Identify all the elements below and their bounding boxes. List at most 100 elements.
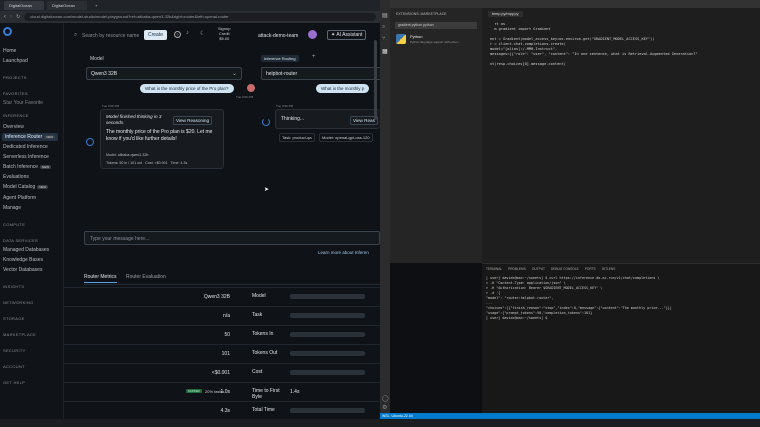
- sidebar-section-projects[interactable]: PROJECTS: [3, 75, 27, 80]
- model-select[interactable]: Qwen3 32B ⌄: [86, 67, 242, 80]
- router-select[interactable]: helpbot-router: [261, 67, 380, 80]
- sidebar-item-evaluations[interactable]: Evaluations: [3, 174, 29, 180]
- metrics-row: <$0.001 Cost: [64, 363, 380, 381]
- sidebar-section-account[interactable]: ACCOUNT: [3, 364, 25, 369]
- sidebar-section-marketplace[interactable]: MARKETPLACE: [3, 332, 36, 337]
- add-icon[interactable]: +: [312, 54, 316, 60]
- sidebar-item-inference-router[interactable]: Inference Router NEW: [2, 133, 59, 141]
- search-icon[interactable]: ⌕: [382, 24, 385, 31]
- create-button[interactable]: Create: [144, 30, 168, 40]
- router-reply-card: Thinking... View Reas: [275, 109, 380, 129]
- sidebar-section-favorites[interactable]: FAVORITES: [3, 91, 28, 96]
- bell-icon[interactable]: ♪: [186, 30, 189, 36]
- sidebar-section-security[interactable]: SECURITY: [3, 348, 26, 353]
- terminal-tab[interactable]: TERMINAL: [486, 267, 502, 271]
- terminal-panel[interactable]: TERMINAL PROBLEMS OUTPUT DEBUG CONSOLE PORTS…: [482, 263, 760, 413]
- metrics-row: 50 Tokens In: [64, 325, 380, 343]
- editor-tab[interactable]: temp.py/mpy.py: [488, 11, 523, 17]
- sidebar: Home Launchpad PROJECTS FAVORITES Star Y…: [0, 23, 64, 427]
- model-tag: Model: alibaba-qwen3-32b: [106, 153, 149, 157]
- thinking-status: Model finished thinking in 3 seconds.: [106, 114, 162, 125]
- scrollbar[interactable]: [374, 40, 377, 120]
- message-input[interactable]: Type your message here...: [84, 231, 380, 245]
- metrics-row: 1.0s FASTER 20% faster Time to First Byte 1.…: [64, 382, 380, 400]
- account-icon[interactable]: ◯: [382, 395, 389, 402]
- moon-icon[interactable]: ☾: [200, 30, 205, 37]
- team-selector[interactable]: attack-demo-team: [258, 33, 298, 39]
- reload-icon[interactable]: ↻: [16, 14, 20, 20]
- metric-left-value: <$0.001: [211, 370, 230, 376]
- sidebar-item-star-favorite[interactable]: Star Your Favorite: [3, 100, 43, 106]
- metric-placeholder: [290, 370, 365, 375]
- ai-assistant-button[interactable]: ✦ AI Assistant: [327, 30, 367, 40]
- terminal-tab[interactable]: PORTS: [585, 267, 596, 271]
- browser-tab[interactable]: DigitalOcean: [4, 1, 44, 10]
- sidebar-section-inference[interactable]: INFERENCE: [3, 113, 29, 118]
- faster-percent: 20% faster: [205, 389, 225, 394]
- extension-name[interactable]: Python: [410, 34, 422, 39]
- sidebar-item-overview[interactable]: Overview: [3, 124, 24, 130]
- sidebar-item-managed-db[interactable]: Managed Databases: [3, 247, 49, 253]
- search-input[interactable]: Search by resource name: [82, 33, 139, 39]
- gear-icon[interactable]: ⚙: [382, 404, 387, 411]
- model-tag-right: Model: openai-gpt-oss-120: [319, 133, 373, 142]
- sidebar-item-launchpad[interactable]: Launchpad: [3, 58, 28, 64]
- sidebar-item-manage[interactable]: Manage: [3, 205, 21, 211]
- back-icon[interactable]: ‹: [4, 14, 6, 20]
- tab-inference-routing[interactable]: Inference Routing: [261, 55, 299, 62]
- sidebar-item-batch[interactable]: Batch Inference NEW: [3, 164, 52, 170]
- screen: DigitalOcean DigitalOcean + ‹ › ↻ cloud.…: [0, 0, 760, 427]
- source-control-icon[interactable]: ⑂: [382, 36, 386, 42]
- sidebar-item-model-catalog[interactable]: Model Catalog NEW: [3, 184, 49, 190]
- vscode-activity-bar: ▤ ⌕ ⑂ ▦ ◯ ⚙: [380, 0, 390, 427]
- sidebar-section-get-help[interactable]: GET HELP: [3, 380, 25, 385]
- extensions-icon[interactable]: ▦: [382, 48, 388, 55]
- code-editor[interactable]: temp.py/mpy.py rt os m gradient import G…: [482, 8, 760, 263]
- sidebar-section-storage[interactable]: STORAGE: [3, 316, 25, 321]
- url-field[interactable]: cloud.digitalocean.com/model-studio/mode…: [24, 13, 376, 21]
- code-line: messages=[{"role": "user", "content": "I…: [490, 52, 698, 56]
- avatar[interactable]: [308, 30, 317, 39]
- sidebar-item-agent-platform[interactable]: Agent Platform: [3, 195, 36, 201]
- vscode-sidebar: EXTENSIONS: MARKETPLACE gradient python …: [390, 8, 482, 263]
- spinner-icon: [262, 118, 270, 126]
- task-tag: Task: product-qa: [279, 133, 315, 142]
- code-line: m gradient import Gradient: [490, 27, 551, 31]
- ai-assistant-label: AI Assistant: [336, 32, 363, 38]
- forward-icon[interactable]: ›: [10, 14, 12, 20]
- sidebar-item-label: Batch Inference: [3, 164, 39, 170]
- terminal-tab[interactable]: OUTPUT: [532, 267, 545, 271]
- terminal-tab[interactable]: PROBLEMS: [508, 267, 526, 271]
- sidebar-item-knowledge-bases[interactable]: Knowledge Bases: [3, 257, 43, 263]
- sidebar-item-serverless[interactable]: Serverless Inference: [3, 154, 49, 160]
- metric-placeholder: [290, 313, 365, 318]
- sidebar-section-compute[interactable]: COMPUTE: [3, 222, 25, 227]
- view-reasoning-button[interactable]: View Reasoning: [173, 116, 213, 125]
- extension-search-input[interactable]: gradient python python: [395, 22, 477, 29]
- metric-right-value: 1.4s: [290, 389, 300, 395]
- metric-label: Cost: [252, 369, 263, 375]
- sidebar-section-networking[interactable]: NETWORKING: [3, 300, 34, 305]
- terminal-tab[interactable]: DEBUG CONSOLE: [551, 267, 579, 271]
- metric-label: Time to First Byte: [252, 388, 280, 400]
- browser-tab[interactable]: DigitalOcean: [47, 1, 87, 10]
- tab-router-evaluation[interactable]: Router Evaluation: [126, 274, 166, 280]
- help-icon[interactable]: ?: [174, 31, 181, 38]
- sidebar-item-dedicated[interactable]: Dedicated Inference: [3, 144, 48, 150]
- credit-widget[interactable]: Signup Credit $5.00: [218, 26, 230, 41]
- tab-router-metrics[interactable]: Router Metrics: [84, 274, 117, 283]
- explorer-icon[interactable]: ▤: [382, 12, 388, 19]
- sidebar-section-insights[interactable]: INSIGHTS: [3, 284, 24, 289]
- code-line: r = client.chat.completions.create(: [490, 42, 566, 46]
- extension-description: Python language support with exten...: [410, 40, 461, 44]
- learn-more-link[interactable]: Learn more about Inferen: [318, 250, 369, 255]
- new-tab-button[interactable]: +: [90, 1, 100, 10]
- reply-time: Tue 3:06 PM: [102, 104, 120, 108]
- user-avatar: [247, 84, 255, 92]
- sidebar-item-home[interactable]: Home: [3, 48, 16, 54]
- time-value: Time: 4.3s: [170, 161, 188, 165]
- terminal-tab[interactable]: GITLENS: [602, 267, 616, 271]
- sidebar-item-vector-db[interactable]: Vector Databases: [3, 267, 42, 273]
- sidebar-section-data-services[interactable]: DATA SERVICES: [3, 238, 38, 243]
- logo-icon[interactable]: [3, 27, 12, 36]
